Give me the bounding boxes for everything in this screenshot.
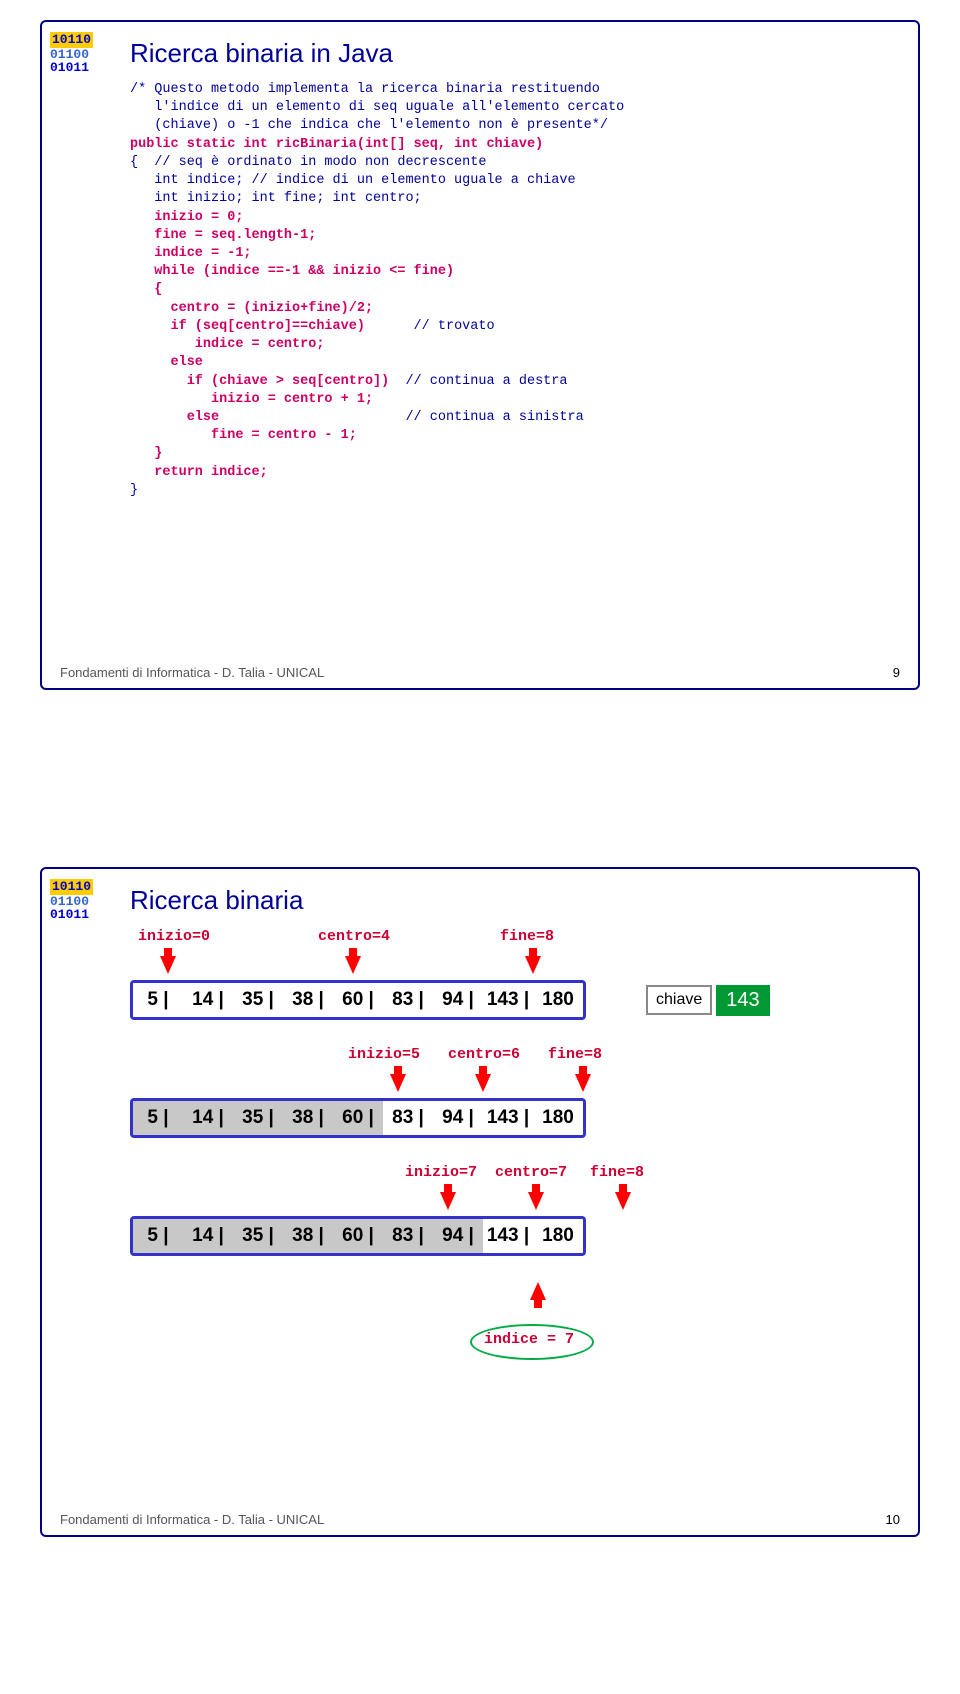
slide-footer: Fondamenti di Informatica - D. Talia - U…: [60, 1512, 900, 1527]
slide-title: Ricerca binaria in Java: [130, 38, 900, 69]
sequence-cell: 180: [533, 983, 583, 1017]
sequence-cell: 14 |: [183, 1101, 233, 1135]
code-red2: indice = centro; else if (chiave > seq[c…: [130, 337, 389, 388]
sequence-cell: 5 |: [133, 1101, 183, 1135]
sequence-cell: 38 |: [283, 983, 333, 1017]
page-number: 9: [893, 665, 900, 680]
down-arrow-icon: [525, 956, 541, 974]
sequence-cell: 143 |: [483, 1101, 533, 1135]
sequence-cell: 14 |: [183, 983, 233, 1017]
up-arrow-icon: [530, 1282, 546, 1300]
logo-decoration: 10110 01100 01011: [50, 879, 104, 922]
pointer-label: fine=8: [500, 928, 554, 945]
logo-row3: 01011: [50, 60, 89, 75]
sequence-cell: 14 |: [183, 1219, 233, 1253]
sequence-cell: 38 |: [283, 1219, 333, 1253]
sequence-cell: 35 |: [233, 1219, 283, 1253]
sequence-cell: 60 |: [333, 1219, 383, 1253]
code-body1: { // seq è ordinato in modo non decresce…: [130, 155, 576, 206]
code-cmt-destra: // continua a destra: [389, 374, 567, 389]
pointer-label: fine=8: [548, 1046, 602, 1063]
down-arrow-icon: [475, 1074, 491, 1092]
footer-text: Fondamenti di Informatica - D. Talia - U…: [60, 1512, 324, 1527]
pointer-label: inizio=0: [138, 928, 210, 945]
down-arrow-icon: [345, 956, 361, 974]
sequence-cell: 60 |: [333, 983, 383, 1017]
footer-text: Fondamenti di Informatica - D. Talia - U…: [60, 665, 324, 680]
arrows-row: [130, 1068, 900, 1098]
code-cmt-trovato: // trovato: [365, 319, 495, 334]
pointer-label: fine=8: [590, 1164, 644, 1181]
down-arrow-icon: [390, 1074, 406, 1092]
indice-result-label: indice = 7: [484, 1331, 574, 1348]
sequence-cell: 143 |: [483, 983, 533, 1017]
sequence-cell: 143 |: [483, 1219, 533, 1253]
down-arrow-icon: [160, 956, 176, 974]
code-red4: fine = centro - 1; } return indice;: [130, 428, 357, 479]
sequence-cell: 38 |: [283, 1101, 333, 1135]
logo-row1: 10110: [50, 879, 93, 895]
slide-title: Ricerca binaria: [130, 885, 900, 916]
code-red1: inizio = 0; fine = seq.length-1; indice …: [130, 210, 454, 334]
chiave-label: chiave: [646, 985, 712, 1015]
chiave-value: 143: [716, 985, 769, 1016]
sequence-box: 5 |14 |35 |38 |60 |83 |94 |143 |180: [130, 1098, 586, 1138]
logo-row1: 10110: [50, 32, 93, 48]
sequence-cell: 94 |: [433, 1219, 483, 1253]
pointer-label: inizio=7: [405, 1164, 477, 1181]
step-labels: inizio=5 centro=6 fine=8: [130, 1046, 900, 1068]
sequence-cell: 5 |: [133, 1219, 183, 1253]
sequence-cell: 83 |: [383, 1101, 433, 1135]
logo-row3: 01011: [50, 907, 89, 922]
sequence-cell: 180: [533, 1101, 583, 1135]
arrows-row: [130, 950, 900, 980]
slide-footer: Fondamenti di Informatica - D. Talia - U…: [60, 665, 900, 680]
search-step: inizio=7 centro=7 fine=8 5 |14 |35 |38 |60 …: [130, 1164, 900, 1256]
chiave-group: chiave143: [646, 985, 770, 1016]
sequence-cell: 94 |: [433, 1101, 483, 1135]
sequence-cell: 83 |: [383, 983, 433, 1017]
step-labels: inizio=7 centro=7 fine=8: [130, 1164, 900, 1186]
sequence-cell: 83 |: [383, 1219, 433, 1253]
pointer-label: inizio=5: [348, 1046, 420, 1063]
result-block: indice = 7: [130, 1282, 900, 1372]
code-block: /* Questo metodo implementa la ricerca b…: [130, 81, 900, 500]
search-step: inizio=0 centro=4 fine=8 5 |14 |35 |38 |60 …: [130, 928, 900, 1020]
logo-decoration: 10110 01100 01011: [50, 32, 104, 75]
sequence-cell: 35 |: [233, 983, 283, 1017]
sequence-cell: 94 |: [433, 983, 483, 1017]
down-arrow-icon: [528, 1192, 544, 1210]
sequence-cell: 5 |: [133, 983, 183, 1017]
arrows-row: [130, 1186, 900, 1216]
code-close: }: [130, 483, 138, 498]
code-signature: public static int ricBinaria(int[] seq, …: [130, 137, 543, 152]
search-step: inizio=5 centro=6 fine=8 5 |14 |35 |38 |60 …: [130, 1046, 900, 1138]
step-labels: inizio=0 centro=4 fine=8: [130, 928, 900, 950]
down-arrow-icon: [575, 1074, 591, 1092]
sequence-cell: 180: [533, 1219, 583, 1253]
sequence-cell: 60 |: [333, 1101, 383, 1135]
pointer-label: centro=6: [448, 1046, 520, 1063]
code-comment: /* Questo metodo implementa la ricerca b…: [130, 82, 624, 133]
code-cmt-sinistra: // continua a sinistra: [219, 410, 584, 425]
page-number: 10: [886, 1512, 900, 1527]
pointer-label: centro=7: [495, 1164, 567, 1181]
sequence-cell: 35 |: [233, 1101, 283, 1135]
pointer-label: centro=4: [318, 928, 390, 945]
binary-search-steps: inizio=0centro=4fine=85 |14 |35 |38 |60 …: [130, 928, 900, 1372]
down-arrow-icon: [615, 1192, 631, 1210]
sequence-box: 5 |14 |35 |38 |60 |83 |94 |143 |180: [130, 1216, 586, 1256]
sequence-box: 5 |14 |35 |38 |60 |83 |94 |143 |180: [130, 980, 586, 1020]
down-arrow-icon: [440, 1192, 456, 1210]
